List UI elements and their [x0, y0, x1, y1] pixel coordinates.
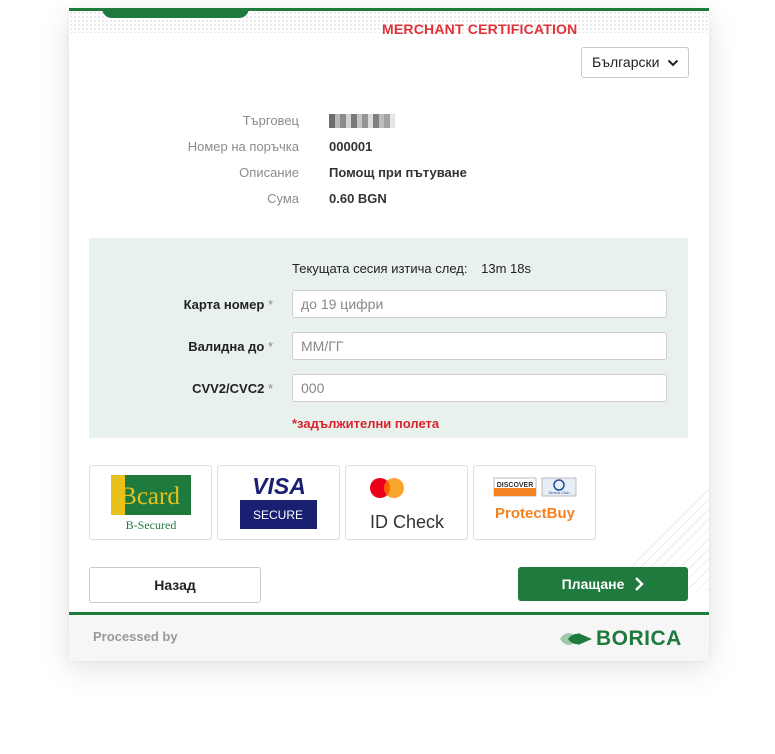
pay-button-label: Плащане — [561, 576, 625, 592]
chevron-down-icon — [667, 59, 679, 67]
visa-secure-logo: VISA SECURE — [217, 465, 340, 540]
expiry-label-text: Валидна до — [188, 339, 265, 354]
order-number-row: Номер на поръчка 000001 — [69, 139, 709, 157]
header-tab-decoration — [102, 8, 249, 18]
bcard-icon: Bcard B-Secured — [111, 475, 191, 532]
discover-protectbuy-logo: DISCOVER Diners Club ProtectBuy — [473, 465, 596, 540]
cvv-label-text: CVV2/CVC2 — [192, 381, 265, 396]
card-number-label-text: Карта номер — [183, 297, 265, 312]
amount-label: Сума — [267, 191, 299, 206]
expiry-input[interactable] — [292, 332, 667, 360]
visa-icon: VISA SECURE — [240, 473, 317, 529]
processed-by-text: Processed by — [93, 629, 178, 644]
session-expiry: Текущата сесия изтича след: 13m 18s — [292, 261, 531, 276]
borica-emblem-icon — [560, 633, 592, 645]
required-marker: * — [267, 339, 273, 354]
required-fields-note: *задължителни полета — [292, 416, 440, 431]
bcard-logo: Bcard B-Secured — [89, 465, 212, 540]
order-number-value: 000001 — [329, 139, 373, 154]
order-number-label: Номер на поръчка — [187, 139, 299, 154]
diners-small-text: Diners Club — [549, 490, 571, 495]
discover-icon: DISCOVER Diners Club ProtectBuy — [493, 477, 577, 522]
bcard-logo-subtext: B-Secured — [126, 518, 177, 532]
page-title: MERCHANT CERTIFICATION — [382, 21, 578, 37]
footer: Processed by BORICA — [69, 612, 709, 661]
pay-button[interactable]: Плащане — [518, 567, 688, 601]
card-form-panel: Текущата сесия изтича след: 13m 18s Карт… — [89, 238, 688, 438]
bcard-logo-text: Bcard — [120, 483, 180, 510]
description-value: Помощ при пътуване — [329, 165, 467, 180]
amount-value: 0.60 BGN — [329, 191, 387, 206]
card-number-input[interactable] — [292, 290, 667, 318]
card-number-label: Карта номер * — [184, 297, 273, 312]
back-button[interactable]: Назад — [89, 567, 261, 603]
required-marker: * — [267, 381, 273, 396]
payment-card: MERCHANT CERTIFICATION Български Търгове… — [69, 8, 709, 661]
mastercard-icon: ID Check — [370, 478, 445, 532]
discover-small-text: DISCOVER — [497, 482, 534, 489]
required-marker: * — [267, 297, 273, 312]
cvv-input[interactable] — [292, 374, 667, 402]
language-select[interactable]: Български — [581, 47, 689, 78]
chevron-right-icon — [635, 577, 645, 591]
visa-logo-subtext: SECURE — [253, 508, 303, 522]
borica-logo: BORICA — [559, 627, 682, 651]
cvv-label: CVV2/CVC2 * — [192, 381, 273, 396]
session-timer: 13m 18s — [481, 261, 531, 276]
merchant-name-redacted — [329, 114, 395, 128]
borica-brand-text: BORICA — [596, 627, 682, 650]
amount-row: Сума 0.60 BGN — [69, 191, 709, 209]
mastercard-id-check-logo: ID Check — [345, 465, 468, 540]
session-label: Текущата сесия изтича след: — [292, 261, 468, 276]
visa-logo-text: VISA — [252, 473, 306, 499]
merchant-label: Търговец — [242, 113, 299, 128]
language-select-value: Български — [592, 54, 660, 70]
expiry-label: Валидна до * — [188, 339, 273, 354]
discover-logo-text: ProtectBuy — [495, 505, 576, 522]
description-row: Описание Помощ при пътуване — [69, 165, 709, 183]
merchant-row: Търговец — [69, 113, 709, 131]
description-label: Описание — [239, 165, 299, 180]
mastercard-logo-text: ID Check — [370, 512, 445, 532]
